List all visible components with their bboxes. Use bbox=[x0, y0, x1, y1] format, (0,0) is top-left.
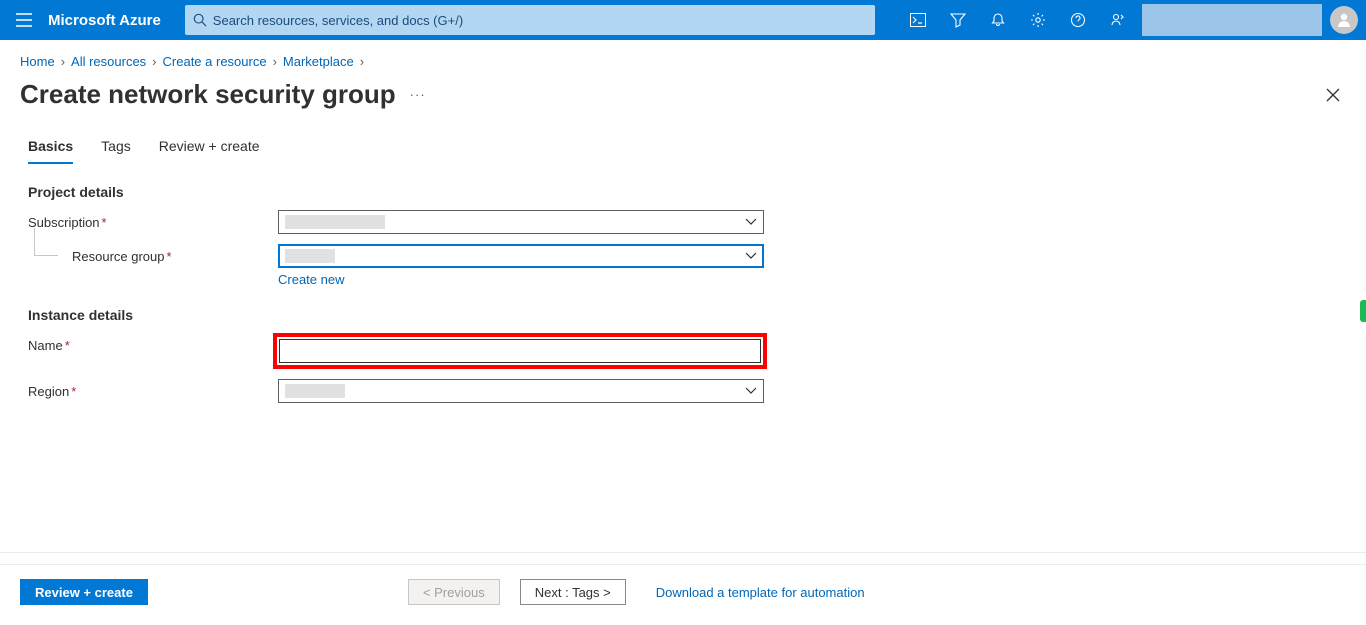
chevron-right-icon: › bbox=[61, 54, 65, 69]
resource-group-label: Resource group bbox=[72, 249, 165, 264]
feedback-icon bbox=[1110, 12, 1126, 28]
bell-icon bbox=[990, 12, 1006, 28]
footer-divider bbox=[0, 552, 1366, 553]
create-new-link[interactable]: Create new bbox=[278, 272, 344, 287]
required-indicator: * bbox=[167, 249, 172, 264]
close-icon bbox=[1326, 88, 1340, 102]
chevron-down-icon bbox=[745, 218, 757, 226]
notifications-button[interactable] bbox=[978, 0, 1018, 40]
tab-basics[interactable]: Basics bbox=[28, 132, 73, 164]
brand-label[interactable]: Microsoft Azure bbox=[48, 12, 181, 29]
hamburger-icon bbox=[16, 13, 32, 27]
page-title: Create network security group bbox=[20, 79, 396, 110]
help-button[interactable] bbox=[1058, 0, 1098, 40]
cloud-shell-button[interactable] bbox=[898, 0, 938, 40]
region-label: Region bbox=[28, 384, 69, 399]
tree-connector bbox=[34, 228, 58, 256]
subscription-select[interactable] bbox=[278, 210, 764, 234]
region-value-placeholder bbox=[285, 384, 345, 398]
name-row: Name* bbox=[28, 333, 872, 369]
breadcrumb-all-resources[interactable]: All resources bbox=[71, 54, 146, 69]
help-icon bbox=[1070, 12, 1086, 28]
feedback-side-tab[interactable] bbox=[1360, 300, 1366, 322]
account-info-box[interactable] bbox=[1142, 4, 1322, 36]
chevron-down-icon bbox=[745, 387, 757, 395]
account-avatar[interactable] bbox=[1330, 6, 1358, 34]
required-indicator: * bbox=[71, 384, 76, 399]
download-template-link[interactable]: Download a template for automation bbox=[656, 585, 865, 600]
name-label: Name bbox=[28, 338, 63, 353]
chevron-right-icon: › bbox=[152, 54, 156, 69]
breadcrumb-home[interactable]: Home bbox=[20, 54, 55, 69]
breadcrumb-marketplace[interactable]: Marketplace bbox=[283, 54, 354, 69]
name-input[interactable] bbox=[279, 339, 761, 363]
chevron-right-icon: › bbox=[273, 54, 277, 69]
tab-review-create[interactable]: Review + create bbox=[159, 132, 260, 164]
previous-button: < Previous bbox=[408, 579, 500, 605]
resource-group-select[interactable] bbox=[278, 244, 764, 268]
next-button[interactable]: Next : Tags > bbox=[520, 579, 626, 605]
top-bar: Microsoft Azure bbox=[0, 0, 1366, 40]
project-details-heading: Project details bbox=[28, 184, 872, 200]
region-select[interactable] bbox=[278, 379, 764, 403]
resource-group-value-placeholder bbox=[285, 249, 335, 263]
person-icon bbox=[1335, 11, 1353, 29]
instance-details-heading: Instance details bbox=[28, 307, 872, 323]
filter-icon bbox=[950, 12, 966, 28]
subscription-value-placeholder bbox=[285, 215, 385, 229]
region-row: Region* bbox=[28, 379, 872, 403]
resource-group-row: Resource group* Create new bbox=[28, 244, 872, 287]
breadcrumb-create-resource[interactable]: Create a resource bbox=[163, 54, 267, 69]
title-bar: Create network security group ··· bbox=[0, 75, 1366, 126]
global-search[interactable] bbox=[185, 5, 875, 35]
top-icon-bar bbox=[898, 0, 1366, 40]
required-indicator: * bbox=[65, 338, 70, 353]
name-highlight-annotation bbox=[273, 333, 767, 369]
subscription-row: Subscription* bbox=[28, 210, 872, 234]
feedback-button[interactable] bbox=[1098, 0, 1138, 40]
menu-toggle[interactable] bbox=[0, 13, 48, 27]
required-indicator: * bbox=[102, 215, 107, 230]
close-blade-button[interactable] bbox=[1320, 82, 1346, 108]
tab-tags[interactable]: Tags bbox=[101, 132, 131, 164]
cloud-shell-icon bbox=[910, 13, 926, 27]
wizard-footer: Review + create < Previous Next : Tags >… bbox=[0, 564, 1366, 625]
basics-form: Project details Subscription* Resource g… bbox=[0, 164, 900, 429]
chevron-down-icon bbox=[745, 252, 757, 260]
directory-filter-button[interactable] bbox=[938, 0, 978, 40]
chevron-right-icon: › bbox=[360, 54, 364, 69]
more-actions-button[interactable]: ··· bbox=[410, 87, 426, 102]
tabs: Basics Tags Review + create bbox=[0, 126, 1366, 164]
gear-icon bbox=[1030, 12, 1046, 28]
breadcrumb: Home › All resources › Create a resource… bbox=[0, 40, 1366, 75]
search-input[interactable] bbox=[207, 13, 867, 28]
search-icon bbox=[193, 13, 207, 27]
settings-button[interactable] bbox=[1018, 0, 1058, 40]
review-create-button[interactable]: Review + create bbox=[20, 579, 148, 605]
